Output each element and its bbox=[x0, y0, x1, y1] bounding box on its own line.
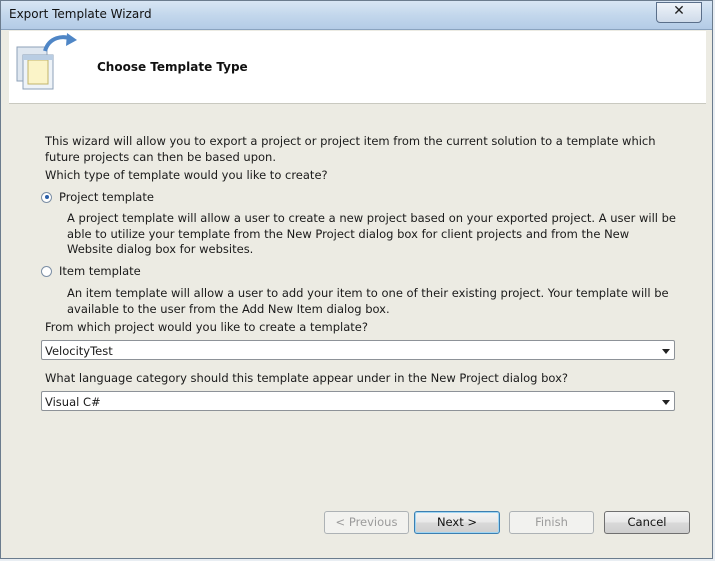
item-template-label: Item template bbox=[59, 264, 141, 278]
window-title: Export Template Wizard bbox=[9, 7, 152, 21]
intro-text: This wizard will allow you to export a p… bbox=[45, 134, 656, 164]
template-type-question: Which type of template would you like to… bbox=[45, 168, 328, 182]
project-template-label: Project template bbox=[59, 190, 154, 204]
radio-unchecked-icon[interactable] bbox=[41, 265, 52, 277]
wizard-header: Choose Template Type bbox=[9, 31, 706, 104]
page-title: Choose Template Type bbox=[97, 60, 248, 74]
close-icon: ✕ bbox=[673, 3, 685, 19]
item-template-description: An item template will allow a user to ad… bbox=[67, 286, 669, 316]
project-select[interactable]: VelocityTest bbox=[41, 340, 675, 360]
chevron-down-icon[interactable] bbox=[662, 400, 670, 405]
finish-button[interactable]: Finish bbox=[509, 511, 594, 534]
project-template-description: A project template will allow a user to … bbox=[67, 211, 676, 256]
next-button[interactable]: Next > bbox=[414, 511, 500, 534]
project-template-radio[interactable]: Project template bbox=[41, 190, 154, 204]
project-select-value: VelocityTest bbox=[45, 344, 113, 358]
chevron-down-icon[interactable] bbox=[662, 349, 670, 354]
wizard-content: This wizard will allow you to export a p… bbox=[9, 104, 706, 504]
export-template-icon bbox=[16, 33, 77, 90]
cancel-button[interactable]: Cancel bbox=[604, 511, 690, 534]
previous-button[interactable]: < Previous bbox=[324, 511, 409, 534]
export-template-wizard-window: Export Template Wizard ✕ Choose Template… bbox=[0, 0, 713, 559]
item-template-radio[interactable]: Item template bbox=[41, 264, 141, 278]
language-select-value: Visual C# bbox=[45, 395, 101, 409]
close-button[interactable]: ✕ bbox=[656, 2, 702, 23]
project-question: From which project would you like to cre… bbox=[45, 320, 368, 334]
language-question: What language category should this templ… bbox=[45, 371, 569, 385]
radio-checked-icon[interactable] bbox=[41, 191, 52, 203]
language-select[interactable]: Visual C# bbox=[41, 391, 675, 411]
title-bar[interactable]: Export Template Wizard ✕ bbox=[1, 1, 712, 30]
